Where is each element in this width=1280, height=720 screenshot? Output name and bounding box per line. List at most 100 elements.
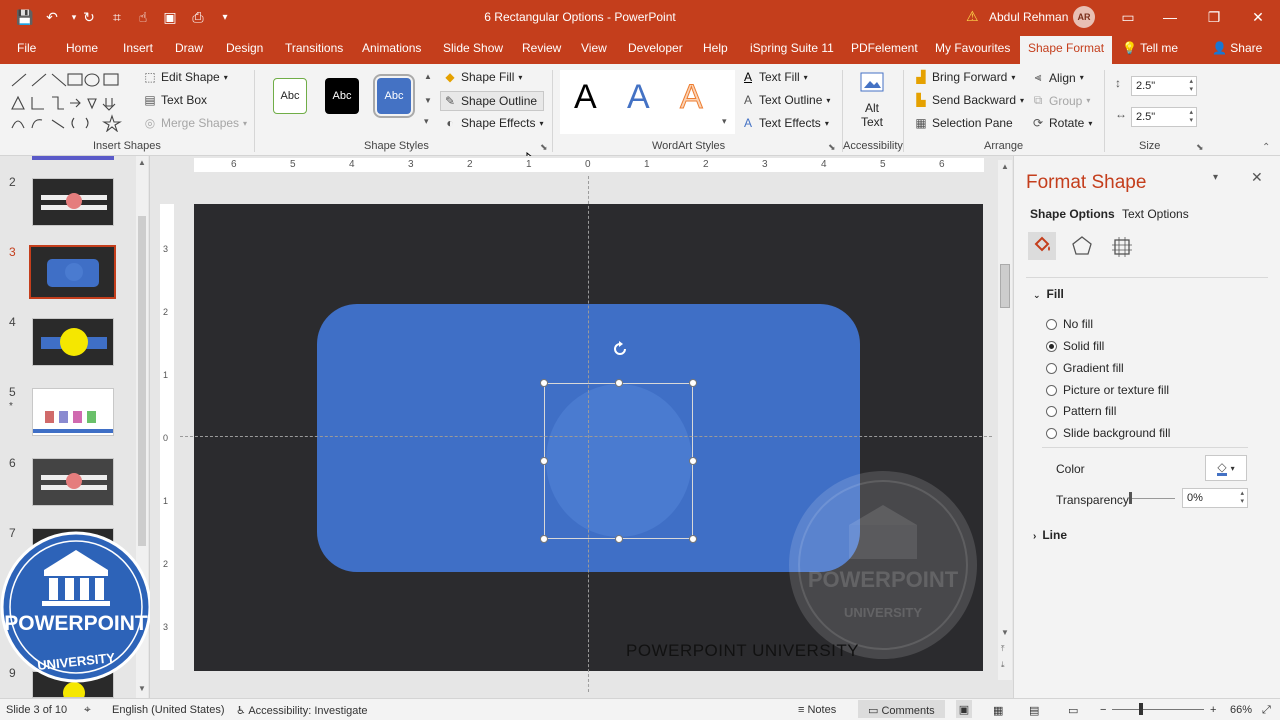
wordart-black[interactable]: A: [574, 78, 597, 117]
tab-animations[interactable]: Animations: [362, 41, 421, 55]
tab-draw[interactable]: Draw: [175, 41, 203, 55]
accessibility-status[interactable]: ♿ Accessibility: Investigate: [236, 704, 368, 717]
wordart-launcher-icon[interactable]: ⬊: [828, 142, 836, 153]
tab-developer[interactable]: Developer: [628, 41, 683, 55]
slide-thumbnail-6[interactable]: [32, 458, 114, 506]
gallery-up-icon[interactable]: ▲: [424, 72, 432, 81]
tab-slide-show[interactable]: Slide Show: [443, 41, 503, 55]
resize-handle-top-left[interactable]: [540, 379, 548, 387]
slide-thumbnail-5[interactable]: [32, 388, 114, 436]
minimize-icon[interactable]: —: [1160, 7, 1180, 27]
gallery-down-icon[interactable]: ▼: [424, 96, 432, 105]
pane-options-dropdown-icon[interactable]: ▾: [1213, 172, 1218, 183]
resize-handle-left[interactable]: [540, 457, 548, 465]
wordart-more-icon[interactable]: ▾: [722, 116, 727, 127]
tab-transitions[interactable]: Transitions: [285, 41, 343, 55]
tab-help[interactable]: Help: [703, 41, 728, 55]
radio-solid-fill[interactable]: Solid fill: [1046, 339, 1104, 353]
canvas-scrollbar[interactable]: ▲ ▼ ⤒ ⤓: [998, 160, 1012, 680]
effects-pentagon-icon[interactable]: [1070, 234, 1094, 258]
fit-to-window-icon[interactable]: ⤢: [1262, 704, 1271, 717]
resize-handle-top-right[interactable]: [689, 379, 697, 387]
tab-file[interactable]: File: [17, 41, 36, 55]
tab-view[interactable]: View: [581, 41, 607, 55]
zoom-level[interactable]: 66%: [1230, 704, 1252, 716]
restore-icon[interactable]: ❐: [1204, 7, 1224, 27]
spelling-icon[interactable]: ⌖: [84, 702, 91, 717]
slide-thumbnail-3[interactable]: [29, 245, 116, 299]
shape-style-outline[interactable]: Abc: [273, 78, 307, 114]
radio-picture-fill[interactable]: Picture or texture fill: [1046, 383, 1169, 397]
tell-me[interactable]: 💡 Tell me: [1122, 41, 1178, 55]
share-button[interactable]: 👤 Share: [1212, 41, 1262, 55]
resize-handle-bottom-left[interactable]: [540, 535, 548, 543]
slide-thumbnail-2[interactable]: [32, 178, 114, 226]
radio-no-fill[interactable]: No fill: [1046, 317, 1093, 331]
transparency-input[interactable]: 0% ▴ ▾: [1182, 488, 1248, 508]
send-backward-button[interactable]: ▙ Send Backward ▾: [914, 93, 1024, 107]
wordart-blue[interactable]: A: [627, 78, 650, 117]
zoom-slider-thumb[interactable]: [1139, 703, 1143, 715]
radio-gradient-fill[interactable]: Gradient fill: [1046, 361, 1124, 375]
transparency-slider-track[interactable]: [1131, 498, 1175, 499]
radio-pattern-fill[interactable]: Pattern fill: [1046, 404, 1116, 418]
text-outline-button[interactable]: A Text Outline ▾: [741, 93, 830, 107]
tab-text-options[interactable]: Text Options: [1122, 207, 1189, 221]
shapes-gallery[interactable]: [8, 70, 136, 132]
rotate-handle-icon[interactable]: [611, 340, 629, 358]
tab-ispring[interactable]: iSpring Suite 11: [750, 41, 834, 55]
reading-view-icon[interactable]: ▤: [1029, 704, 1039, 717]
edit-shape-button[interactable]: ⬚ Edit Shape ▾: [143, 70, 227, 84]
transparency-slider-thumb[interactable]: [1129, 492, 1132, 504]
line-section-header[interactable]: › Line: [1033, 528, 1067, 542]
slide-footer-text[interactable]: POWERPOINT UNIVERSITY: [626, 641, 859, 661]
shape-styles-launcher-icon[interactable]: ⬊: [540, 142, 548, 153]
align-button[interactable]: ⫷ Align ▾: [1031, 70, 1084, 85]
slide-show-icon[interactable]: ▭: [1068, 704, 1078, 717]
color-picker-button[interactable]: ◇ ▾: [1205, 455, 1247, 481]
tab-review[interactable]: Review: [522, 41, 561, 55]
shape-outline-button[interactable]: ✎ Shape Outline: [440, 91, 545, 111]
gallery-more-icon[interactable]: ▾: [424, 116, 429, 127]
bring-forward-button[interactable]: ▟ Bring Forward ▾: [914, 70, 1015, 84]
normal-view-icon[interactable]: ▣: [956, 700, 972, 718]
tab-pdfelement[interactable]: PDFelement: [851, 41, 918, 55]
wordart-orange[interactable]: A: [680, 78, 704, 117]
shape-width-input[interactable]: 2.5" ▴ ▾: [1131, 107, 1197, 127]
selection-pane-button[interactable]: ▦ Selection Pane: [914, 116, 1012, 130]
fill-section-header[interactable]: ⌄ Fill: [1033, 287, 1064, 301]
ribbon-display-icon[interactable]: ▭: [1118, 7, 1138, 27]
tab-shape-options[interactable]: Shape Options: [1030, 207, 1115, 221]
size-launcher-icon[interactable]: ⬊: [1196, 142, 1204, 153]
comments-button[interactable]: ▭ Comments: [858, 700, 945, 718]
zoom-slider-track[interactable]: [1112, 709, 1204, 710]
tab-my-favourites[interactable]: My Favourites: [935, 41, 1010, 55]
text-effects-button[interactable]: A Text Effects ▾: [741, 116, 829, 130]
alt-text-button[interactable]: Alt Text: [856, 70, 888, 132]
shape-style-black[interactable]: Abc: [325, 78, 359, 114]
tab-design[interactable]: Design: [226, 41, 263, 55]
shape-fill-button[interactable]: ◆ Shape Fill ▾: [443, 70, 522, 84]
shape-height-input[interactable]: 2.5" ▴ ▾: [1131, 76, 1197, 96]
text-fill-button[interactable]: A Text Fill ▾: [741, 70, 808, 84]
tab-insert[interactable]: Insert: [123, 41, 153, 55]
resize-handle-right[interactable]: [689, 457, 697, 465]
slide-thumbnail-4[interactable]: [32, 318, 114, 366]
shape-effects-button[interactable]: ◐ Shape Effects ▾: [443, 116, 543, 130]
close-icon[interactable]: ✕: [1248, 7, 1268, 27]
resize-handle-top[interactable]: [615, 379, 623, 387]
notes-button[interactable]: ≡ Notes: [798, 704, 836, 716]
fill-line-tab[interactable]: [1028, 232, 1056, 260]
radio-slide-background-fill[interactable]: Slide background fill: [1046, 426, 1170, 440]
language-status[interactable]: English (United States): [112, 704, 225, 716]
user-name[interactable]: Abdul Rehman: [989, 10, 1068, 24]
resize-handle-bottom[interactable]: [615, 535, 623, 543]
resize-handle-bottom-right[interactable]: [689, 535, 697, 543]
warning-icon[interactable]: ⚠: [966, 8, 982, 24]
tab-home[interactable]: Home: [66, 41, 98, 55]
size-properties-icon[interactable]: [1110, 234, 1134, 258]
avatar[interactable]: AR: [1073, 6, 1095, 28]
zoom-out-icon[interactable]: −: [1100, 704, 1106, 716]
pane-close-icon[interactable]: ✕: [1251, 169, 1263, 186]
collapse-ribbon-icon[interactable]: ⌃: [1262, 142, 1270, 153]
